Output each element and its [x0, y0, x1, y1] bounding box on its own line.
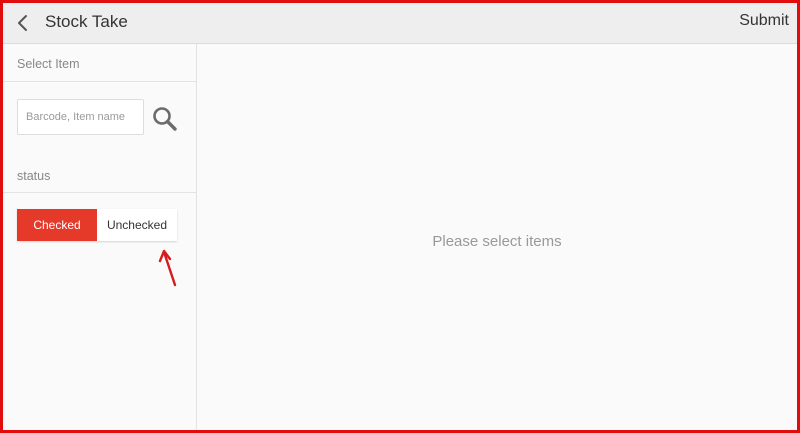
empty-state-message: Please select items [432, 233, 562, 250]
status-checked-option[interactable]: Checked [17, 209, 97, 241]
search-icon [153, 107, 177, 131]
status-unchecked-option[interactable]: Unchecked [97, 209, 177, 241]
page-title: Stock Take [45, 12, 128, 31]
filter-sidebar: Select Item status Checked Unchecked [3, 44, 197, 430]
search-input[interactable] [17, 99, 144, 135]
back-button[interactable] [13, 9, 35, 37]
item-list-panel: Please select items [197, 44, 797, 430]
search-button[interactable] [151, 105, 179, 133]
submit-button[interactable]: Submit [739, 12, 789, 30]
annotation-arrow-icon [158, 249, 177, 287]
status-label: status [17, 169, 51, 183]
select-item-label: Select Item [17, 57, 80, 71]
divider [3, 192, 196, 193]
divider [3, 81, 196, 82]
status-toggle: Checked Unchecked [17, 209, 177, 241]
chevron-left-icon [18, 15, 27, 31]
app-frame: Stock Take Submit Select Item status Che… [0, 0, 800, 433]
top-bar: Stock Take Submit [3, 3, 797, 44]
